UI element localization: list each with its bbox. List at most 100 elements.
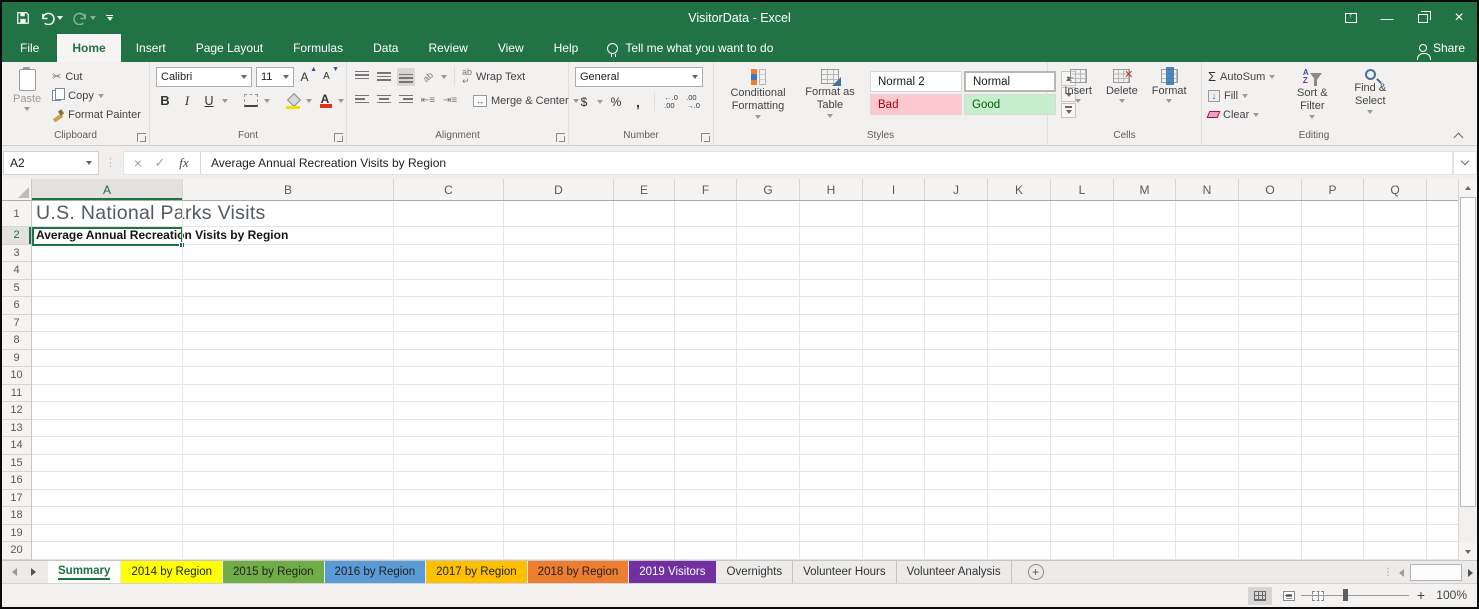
sort-filter-button[interactable]: AZ Sort & Filter [1283,67,1341,129]
name-box[interactable]: A2 [3,151,99,175]
sheet-tab-2019-visitors[interactable]: 2019 Visitors [629,561,715,583]
customize-qat-button[interactable] [106,15,113,21]
grid-row-13[interactable] [32,420,1458,438]
decrease-font-size-button[interactable]: A▼ [320,68,338,86]
delete-cells-button[interactable]: ✕ Delete [1101,67,1143,129]
row-header-15[interactable]: 15 [2,455,31,473]
sheet-tab-2015-by-region[interactable]: 2015 by Region [223,561,324,583]
row-header-3[interactable]: 3 [2,245,31,263]
column-header-C[interactable]: C [394,179,504,200]
scroll-left-button[interactable] [1399,569,1404,577]
column-header-K[interactable]: K [988,179,1051,200]
grid-row-15[interactable] [32,455,1458,473]
scroll-up-button[interactable] [1459,179,1477,196]
grid-row-8[interactable] [32,332,1458,350]
sheet-tab-volunteer-analysis[interactable]: Volunteer Analysis [897,561,1012,583]
column-header-M[interactable]: M [1114,179,1176,200]
tab-file[interactable]: File [2,34,57,62]
row-header-20[interactable]: 20 [2,542,31,560]
close-button[interactable]: × [1441,2,1477,34]
ribbon-display-options-button[interactable] [1333,2,1369,34]
clipboard-dialog-launcher[interactable] [137,133,146,142]
increase-decimal-button[interactable]: ←.0.00 [662,93,680,111]
tab-help[interactable]: Help [539,34,594,62]
confirm-entry-icon[interactable]: ✓ [150,155,170,171]
row-header-5[interactable]: 5 [2,280,31,298]
align-left-button[interactable] [353,92,371,110]
sheet-tab-2016-by-region[interactable]: 2016 by Region [325,561,426,583]
insert-function-icon[interactable]: fx [172,155,196,171]
undo-dropdown-icon[interactable] [57,16,63,20]
format-cells-button[interactable]: Format [1147,67,1192,129]
undo-button[interactable] [40,12,63,25]
row-header-2[interactable]: 2 [2,227,31,245]
grid-row-14[interactable] [32,437,1458,455]
save-icon[interactable] [16,11,30,25]
zoom-out-button[interactable]: − [1285,587,1293,603]
row-header-4[interactable]: 4 [2,262,31,280]
grid-row-19[interactable] [32,525,1458,543]
column-header-Q[interactable]: Q [1364,179,1427,200]
fill-button[interactable]: ↓Fill [1208,86,1275,105]
row-header-10[interactable]: 10 [2,367,31,385]
sheet-tab-volunteer-hours[interactable]: Volunteer Hours [793,561,896,583]
column-header-F[interactable]: F [675,179,737,200]
redo-dropdown-icon[interactable] [90,16,96,20]
italic-button[interactable]: I [178,92,196,110]
formula-input[interactable]: Average Annual Recreation Visits by Regi… [200,151,1453,175]
grid-body[interactable]: U.S. National Parks Visits Average Annua… [32,201,1458,560]
accounting-format-button[interactable]: $ [575,93,593,111]
cell-A1[interactable]: U.S. National Parks Visits [36,201,266,227]
style-normal-2[interactable]: Normal 2 [870,71,962,92]
scroll-right-button[interactable] [1468,569,1473,577]
sheet-tab-2018-by-region[interactable]: 2018 by Region [528,561,629,583]
column-header-D[interactable]: D [504,179,614,200]
row-header-18[interactable]: 18 [2,507,31,525]
column-header-L[interactable]: L [1051,179,1114,200]
percent-style-button[interactable]: % [607,93,625,111]
scroll-down-button[interactable] [1459,543,1477,560]
new-sheet-button[interactable]: + [1012,561,1060,583]
tab-view[interactable]: View [483,34,539,62]
style-good[interactable]: Good [964,94,1056,115]
row-header-1[interactable]: 1 [2,201,31,227]
fill-color-button[interactable] [284,92,302,110]
grid-row-7[interactable] [32,315,1458,333]
row-header-13[interactable]: 13 [2,420,31,438]
zoom-slider[interactable] [1301,588,1409,602]
comma-style-button[interactable]: , [629,93,647,111]
paste-dropdown-icon[interactable] [24,107,30,111]
copy-button[interactable]: Copy [52,86,141,105]
formula-bar-splitter[interactable]: ⋮ [99,156,123,169]
column-header-partial[interactable] [1427,179,1458,200]
grid-row-3[interactable] [32,245,1458,263]
alignment-dialog-launcher[interactable] [556,133,565,142]
number-dialog-launcher[interactable] [701,133,710,142]
format-as-table-button[interactable]: Format as Table [796,67,864,129]
orientation-button[interactable]: ab [419,68,437,86]
column-header-A[interactable]: A [32,179,183,200]
top-align-button[interactable] [353,68,371,86]
row-header-8[interactable]: 8 [2,332,31,350]
row-header-16[interactable]: 16 [2,472,31,490]
increase-font-size-button[interactable]: A▲ [298,68,316,86]
grid-row-17[interactable] [32,490,1458,508]
find-select-button[interactable]: Find & Select [1341,67,1399,129]
column-header-G[interactable]: G [737,179,800,200]
horizontal-scrollbar[interactable]: ⋮ [1383,563,1473,582]
previous-sheet-button[interactable] [12,568,17,576]
sheet-tab-2017-by-region[interactable]: 2017 by Region [426,561,527,583]
tab-page-layout[interactable]: Page Layout [181,34,278,62]
grid-row-11[interactable] [32,385,1458,403]
underline-button[interactable]: U [200,92,218,110]
row-header-6[interactable]: 6 [2,297,31,315]
borders-button[interactable] [242,92,260,110]
expand-formula-bar-button[interactable] [1453,151,1477,175]
row-header-19[interactable]: 19 [2,525,31,543]
grid-row-9[interactable] [32,350,1458,368]
vertical-scroll-thumb[interactable] [1460,197,1476,507]
grid-row-12[interactable] [32,402,1458,420]
tab-splitter-handle[interactable]: ⋮ [1383,567,1393,578]
sheet-tab-overnights[interactable]: Overnights [717,561,794,583]
tell-me-box[interactable]: Tell me what you want to do [593,34,787,62]
